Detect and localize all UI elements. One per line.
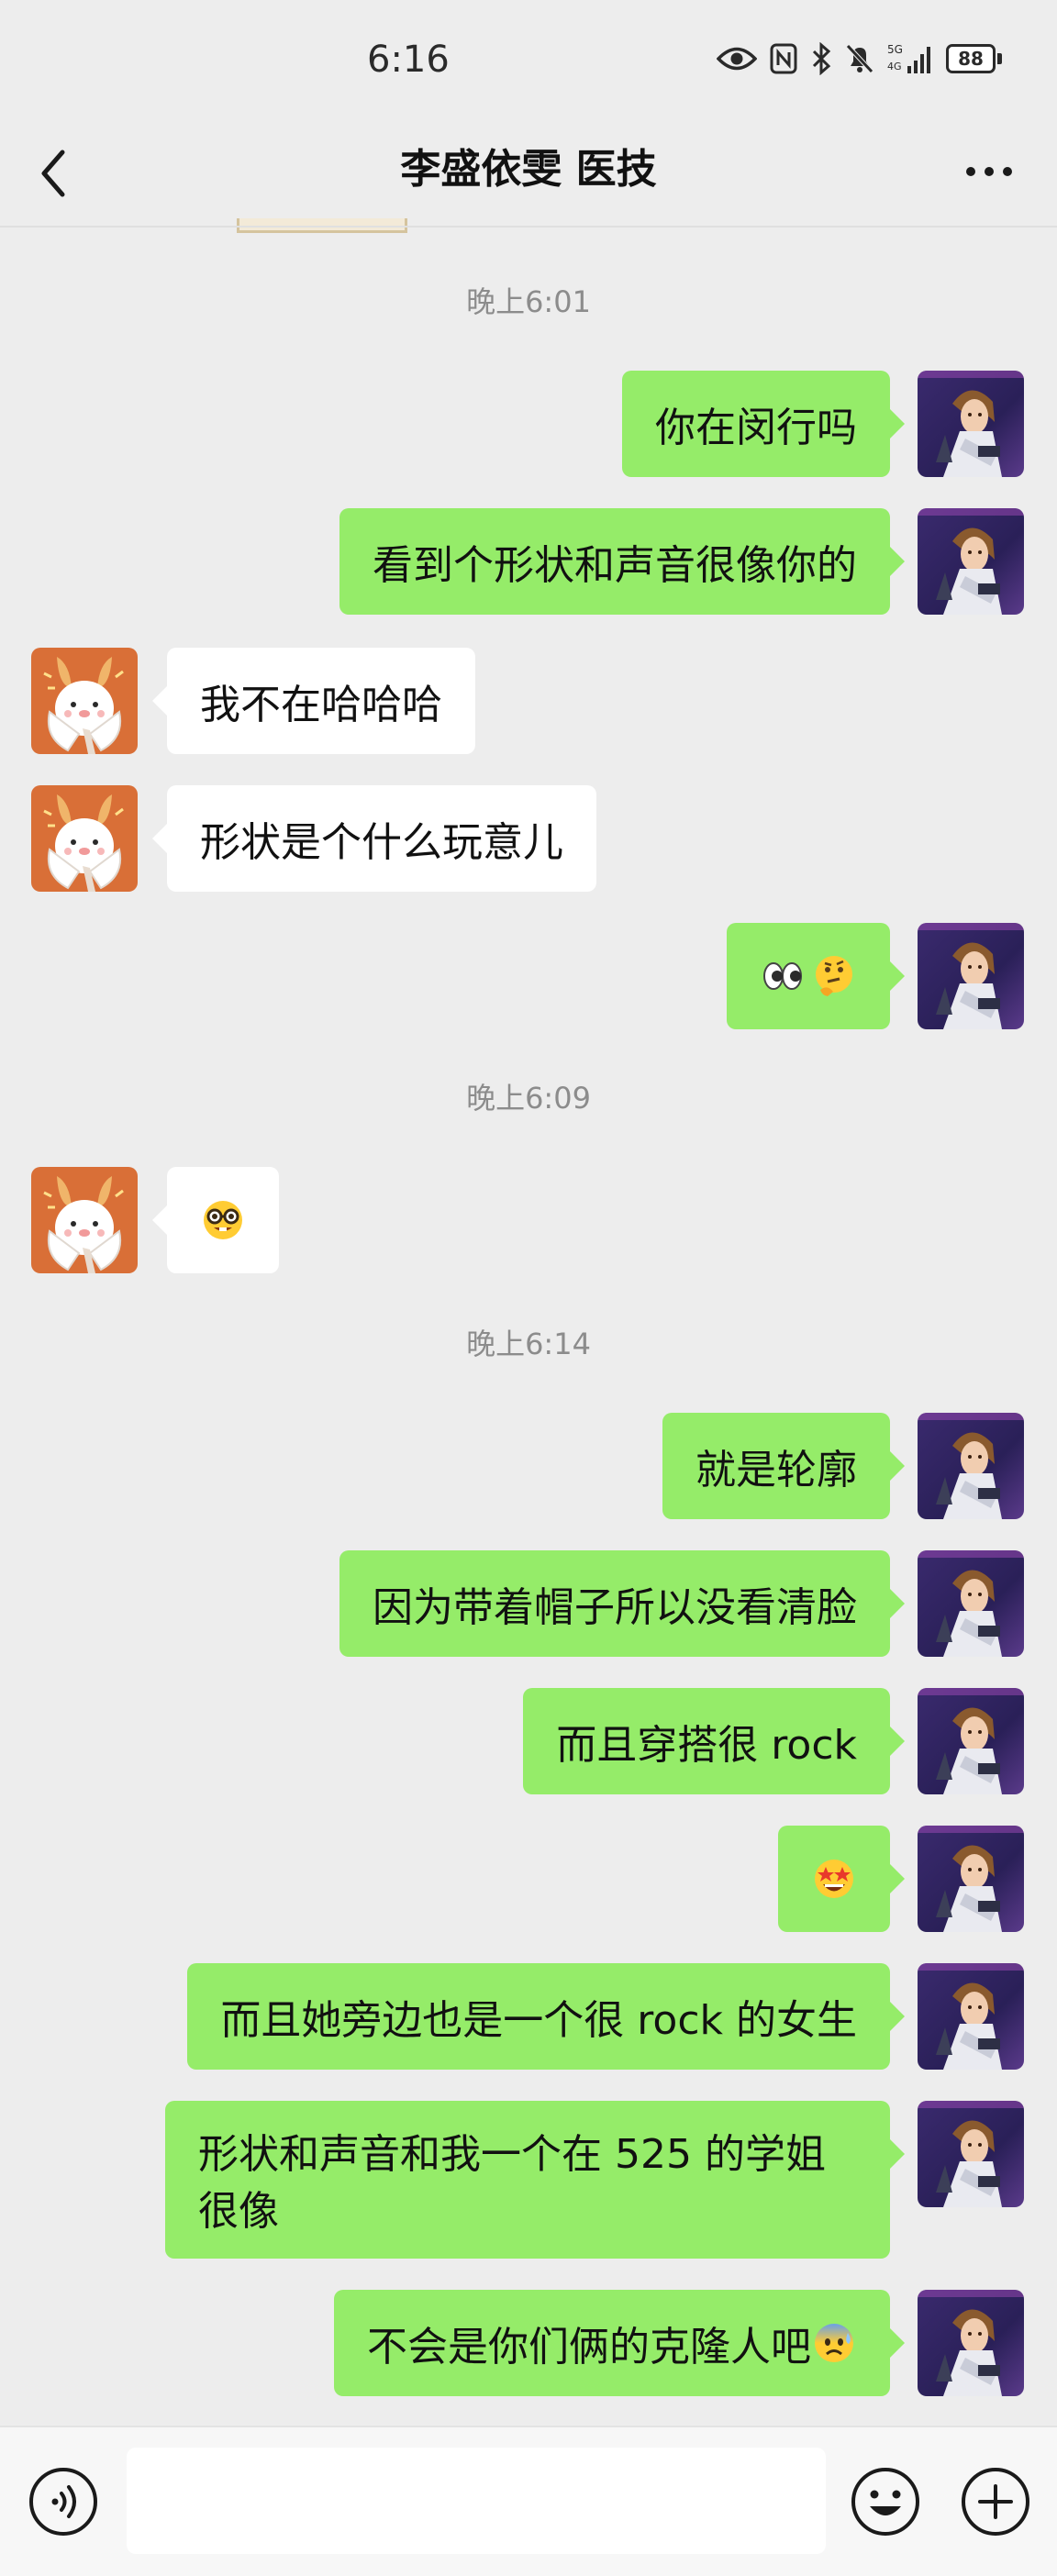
message-bubble-sent[interactable]: 而且她旁边也是一个很 rock 的女生 <box>187 1963 905 2070</box>
battery-level: 88 <box>946 44 996 73</box>
mute-bell-icon <box>845 43 874 74</box>
message-bubble-sent[interactable]: 看到个形状和声音很像你的 <box>339 508 905 615</box>
input-bar <box>0 2426 1057 2576</box>
message-bubble-sent[interactable]: 因为带着帽子所以没看清脸 <box>339 1550 905 1657</box>
chat-title: 李盛依雯 医技 <box>400 146 657 193</box>
timestamp: 晚上6:09 <box>466 1081 591 1116</box>
eyes-icon <box>760 953 806 999</box>
contact-avatar[interactable] <box>31 1167 138 1273</box>
voice-icon[interactable] <box>28 2466 99 2537</box>
message-bubble-sent[interactable]: 而且穿搭很 rock <box>523 1688 905 1794</box>
my-avatar[interactable] <box>918 508 1024 615</box>
nav-bar: 李盛依雯 医技 <box>0 119 1057 228</box>
my-avatar[interactable] <box>918 1688 1024 1794</box>
contact-avatar[interactable] <box>31 648 138 754</box>
nfc-icon <box>770 43 797 74</box>
message-bubble-received[interactable]: 我不在哈哈哈 <box>152 648 475 754</box>
status-bar: 6:16 5G 4G 88 <box>0 0 1057 119</box>
my-avatar[interactable] <box>918 1550 1024 1657</box>
message-bubble-received[interactable]: 形状是个什么玩意儿 <box>152 785 596 892</box>
my-avatar[interactable] <box>918 1963 1024 2070</box>
message-list[interactable]: 晚上6:01 你在闵行吗 看到个形状和声音很像你的 我不在哈哈哈 形状是个什么玩… <box>0 228 1057 2426</box>
message-bubble-sent[interactable] <box>727 923 905 1029</box>
nerd-face-icon <box>200 1197 246 1243</box>
message-bubble-sent[interactable]: 你在闵行吗 <box>622 371 905 477</box>
timestamp: 晚上6:14 <box>466 1327 591 1361</box>
my-avatar[interactable] <box>918 2101 1024 2207</box>
signal-icon: 5G 4G <box>887 42 933 75</box>
status-time: 6:16 <box>367 39 450 81</box>
my-avatar[interactable] <box>918 371 1024 477</box>
status-icons: 5G 4G 88 <box>717 40 1002 77</box>
anxious-face-with-sweat-icon <box>811 2320 857 2366</box>
thinking-face-icon <box>811 953 857 999</box>
my-avatar[interactable] <box>918 1413 1024 1519</box>
message-bubble-received[interactable] <box>152 1167 279 1273</box>
my-avatar[interactable] <box>918 2290 1024 2396</box>
timestamp: 晚上6:01 <box>466 284 591 319</box>
my-avatar[interactable] <box>918 1826 1024 1932</box>
message-input[interactable] <box>127 2448 826 2554</box>
chat-screen: 6:16 5G 4G 88 李盛依雯 医技 晚上6:01 你在闵行吗 看到个形状… <box>0 0 1057 2576</box>
my-avatar[interactable] <box>918 923 1024 1029</box>
message-bubble-sent[interactable]: 不会是你们俩的克隆人吧 <box>334 2290 905 2396</box>
message-text: 不会是你们俩的克隆人吧 <box>367 2324 811 2371</box>
message-bubble-sent[interactable]: 形状和声音和我一个在 525 的学姐很像 <box>165 2101 905 2259</box>
contact-avatar[interactable] <box>31 785 138 892</box>
more-dots-icon[interactable] <box>962 158 1017 185</box>
plus-icon[interactable] <box>960 2466 1031 2537</box>
message-bubble-sent[interactable] <box>778 1826 905 1932</box>
star-struck-icon <box>811 1856 857 1902</box>
message-bubble-sent[interactable]: 就是轮廓 <box>662 1413 905 1519</box>
battery-icon: 88 <box>946 44 1002 73</box>
bluetooth-icon <box>810 42 832 75</box>
eye-icon <box>717 45 757 72</box>
emoji-icon[interactable] <box>850 2466 921 2537</box>
network-label-bottom: 4G <box>887 61 902 72</box>
network-label-top: 5G <box>887 43 903 56</box>
